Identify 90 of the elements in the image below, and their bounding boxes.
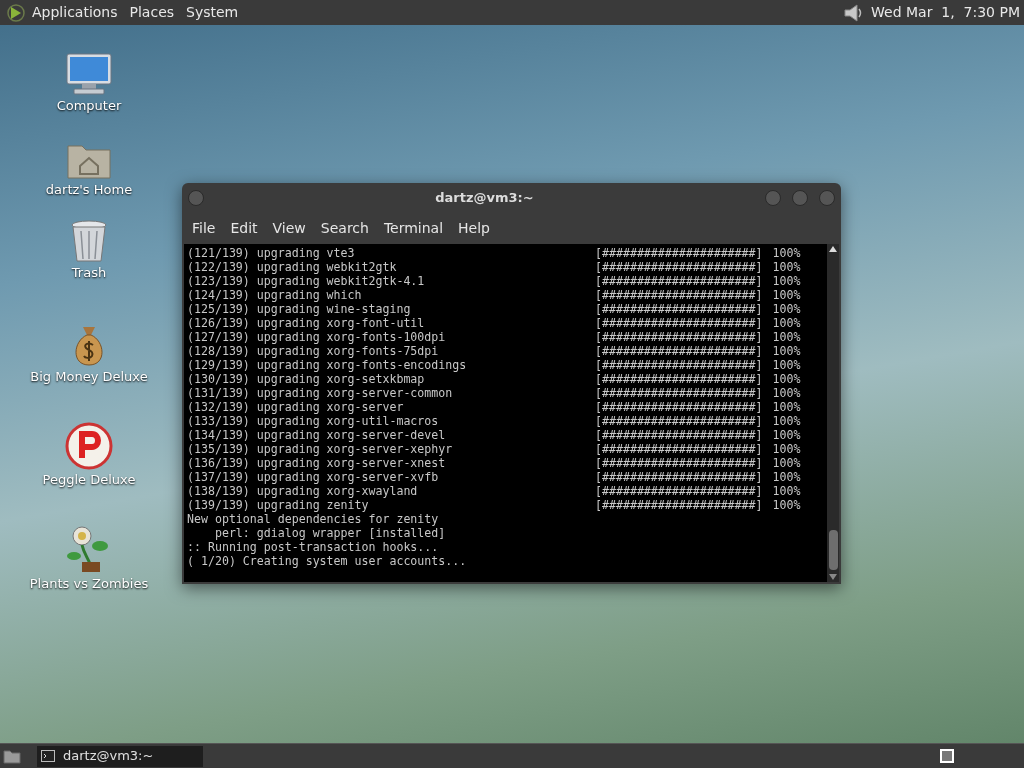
terminal-line: (135/139) upgrading xorg-server-xephyr <box>187 442 454 456</box>
percent-text: 100% <box>772 414 801 428</box>
menu-item[interactable]: Terminal <box>377 218 450 239</box>
progress-bar-text: [######################] <box>595 344 763 358</box>
scroll-down-icon[interactable] <box>829 574 837 580</box>
percent-text: 100% <box>772 470 801 484</box>
percent-text: 100% <box>772 302 801 316</box>
scrollbar-thumb[interactable] <box>828 530 838 570</box>
progress-bar-text: [######################] <box>595 358 763 372</box>
terminal-line: (138/139) upgrading xorg-xwayland <box>187 484 419 498</box>
close-button[interactable] <box>819 190 835 206</box>
percent-text: 100% <box>772 344 801 358</box>
progress-bar-text: [######################] <box>595 260 763 274</box>
progress-bar-text: [######################] <box>595 470 763 484</box>
progress-bar-text: [######################] <box>595 428 763 442</box>
percent-text: 100% <box>772 498 801 512</box>
percent-text: 100% <box>772 400 801 414</box>
progress-bar-text: [######################] <box>595 414 763 428</box>
terminal-icon <box>41 750 55 762</box>
percent-text: 100% <box>772 358 801 372</box>
computer-icon <box>64 52 114 96</box>
menu-item[interactable]: Edit <box>224 218 264 239</box>
terminal-line: (130/139) upgrading xorg-setxkbmap <box>187 372 426 386</box>
terminal-line: (134/139) upgrading xorg-server-devel <box>187 428 447 442</box>
show-desktop-icon[interactable] <box>3 748 21 764</box>
progress-bar-text: [######################] <box>595 330 763 344</box>
progress-bar-text: [######################] <box>595 498 763 512</box>
percent-text: 100% <box>772 246 801 260</box>
terminal-line: (128/139) upgrading xorg-fonts-75dpi <box>187 344 440 358</box>
terminal-line: (124/139) upgrading which <box>187 288 363 302</box>
percent-text: 100% <box>772 386 801 400</box>
menu-item[interactable]: View <box>266 218 312 239</box>
progress-bar-text: [######################] <box>595 442 763 456</box>
percent-text: 100% <box>772 274 801 288</box>
percent-text: 100% <box>772 288 801 302</box>
progress-bar-text: [######################] <box>595 316 763 330</box>
terminal-line: (131/139) upgrading xorg-server-common <box>187 386 454 400</box>
window-menu-button[interactable] <box>188 190 204 206</box>
desktop-icon-label[interactable]: Computer <box>56 96 122 116</box>
progress-bar-text: [######################] <box>595 274 763 288</box>
terminal-line: (136/139) upgrading xorg-server-xnest <box>187 456 447 470</box>
terminal-line: (137/139) upgrading xorg-server-xvfb <box>187 470 440 484</box>
panel-menu[interactable]: Applications <box>28 2 122 23</box>
progress-bar-text: [######################] <box>595 386 763 400</box>
taskbar-button[interactable]: dartz@vm3:~ <box>37 745 203 767</box>
maximize-button[interactable] <box>792 190 808 206</box>
percent-text: 100% <box>772 442 801 456</box>
percent-text: 100% <box>772 428 801 442</box>
terminal-line: (139/139) upgrading zenity <box>187 498 370 512</box>
menu-item[interactable]: Search <box>314 218 375 239</box>
terminal-line: (121/139) upgrading vte3 <box>187 246 356 260</box>
terminal-line: (127/139) upgrading xorg-fonts-100dpi <box>187 330 447 344</box>
desktop-icon-label[interactable]: dartz's Home <box>45 179 133 199</box>
scroll-up-icon[interactable] <box>829 246 837 252</box>
terminal-line: ( 1/20) Creating system user accounts... <box>187 554 467 568</box>
terminal-line: (126/139) upgrading xorg-font-util <box>187 316 426 330</box>
percent-text: 100% <box>772 484 801 498</box>
percent-text: 100% <box>772 330 801 344</box>
window-title: dartz@vm3:~ <box>434 189 535 208</box>
terminal-line: (133/139) upgrading xorg-util-macros <box>187 414 440 428</box>
terminal-line: (132/139) upgrading xorg-server <box>187 400 405 414</box>
trash-icon <box>69 219 109 263</box>
progress-bar-text: [######################] <box>595 484 763 498</box>
terminal-line: (123/139) upgrading webkit2gtk-4.1 <box>187 274 426 288</box>
progress-bar-text: [######################] <box>595 400 763 414</box>
progress-bar-text: [######################] <box>595 246 763 260</box>
clock-text[interactable]: Wed Mar 1, 7:30 PM <box>871 2 1020 23</box>
menu-item[interactable]: Help <box>452 218 496 239</box>
terminal-line: (129/139) upgrading xorg-fonts-encodings <box>187 358 468 372</box>
progress-bar-text: [######################] <box>595 288 763 302</box>
menu-item[interactable]: File <box>186 218 222 239</box>
percent-text: 100% <box>772 316 801 330</box>
panel-menu[interactable]: Places <box>125 2 179 23</box>
terminal-line: (125/139) upgrading wine-staging <box>187 302 412 316</box>
progress-bar-text: [######################] <box>595 372 763 386</box>
progress-bar-text: [######################] <box>595 456 763 470</box>
terminal-line: (122/139) upgrading webkit2gtk <box>187 260 398 274</box>
percent-text: 100% <box>772 260 801 274</box>
play-logo-icon <box>6 2 26 23</box>
scrollbar[interactable] <box>827 244 839 582</box>
minimize-button[interactable] <box>765 190 781 206</box>
terminal-line: :: Running post-transaction hooks... <box>187 540 439 554</box>
workspace-switcher[interactable] <box>940 749 954 763</box>
terminal-line: perl: gdialog wrapper [installed] <box>213 526 446 540</box>
peggle-ball-icon <box>65 422 113 470</box>
percent-text: 100% <box>772 456 801 470</box>
terminal-line: New optional dependencies for zenity <box>187 512 439 526</box>
progress-bar-text: [######################] <box>595 302 763 316</box>
percent-text: 100% <box>772 372 801 386</box>
panel-menu[interactable]: System <box>182 2 243 23</box>
